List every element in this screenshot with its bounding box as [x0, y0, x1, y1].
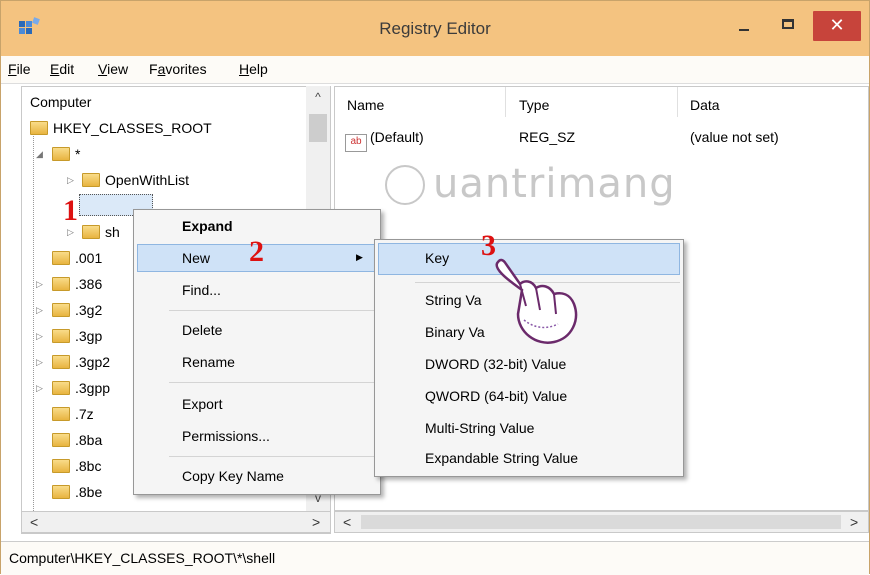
folder-icon: [52, 433, 70, 447]
folder-icon: [82, 173, 100, 187]
menu-item-expand[interactable]: Expand: [182, 218, 233, 234]
folder-icon: [52, 303, 70, 317]
expand-icon[interactable]: ▷: [36, 331, 43, 342]
menu-bar: File Edit View Favorites Help: [1, 56, 869, 84]
watermark-logo: [385, 165, 425, 205]
scroll-left-icon[interactable]: <: [343, 512, 351, 532]
folder-icon: [52, 251, 70, 265]
menu-item-string-value[interactable]: String Va: [425, 292, 482, 308]
folder-icon: [52, 381, 70, 395]
menu-item-binary-value[interactable]: Binary Va: [425, 324, 485, 340]
maximize-button[interactable]: [771, 11, 807, 41]
menu-item-delete[interactable]: Delete: [182, 322, 222, 338]
title-bar[interactable]: Registry Editor ✕: [1, 1, 869, 56]
menu-item-permissions[interactable]: Permissions...: [182, 428, 270, 444]
tree-item-key[interactable]: .001: [52, 247, 102, 269]
tree-item-key[interactable]: .8ba: [52, 429, 102, 451]
column-header-name[interactable]: Name: [347, 97, 384, 113]
menu-item-key[interactable]: Key: [425, 250, 449, 266]
submenu-arrow-icon: ▶: [356, 252, 363, 262]
step-2-label: 2: [249, 235, 264, 268]
tree-item-key[interactable]: .3gp2: [52, 351, 110, 373]
minimize-icon: [739, 29, 749, 31]
string-value-icon: ab: [345, 134, 367, 152]
tree-horizontal-scrollbar[interactable]: < >: [21, 511, 331, 533]
scroll-thumb[interactable]: [309, 114, 327, 142]
menu-item-dword-value[interactable]: DWORD (32-bit) Value: [425, 356, 566, 372]
folder-icon: [52, 459, 70, 473]
scroll-left-icon[interactable]: <: [30, 512, 38, 532]
folder-icon: [30, 121, 48, 135]
hand-pointer-icon: [495, 258, 578, 344]
collapse-icon[interactable]: ◢: [36, 149, 43, 160]
tree-item-key[interactable]: .3g2: [52, 299, 102, 321]
tree-guide-line: [33, 127, 34, 527]
folder-icon: [52, 277, 70, 291]
menu-separator: [169, 456, 377, 457]
tree-item-key[interactable]: .386: [52, 273, 102, 295]
status-bar: Computer\HKEY_CLASSES_ROOT\*\shell: [1, 541, 869, 575]
tree-item-key[interactable]: .8bc: [52, 455, 101, 477]
value-data-cell: (value not set): [690, 129, 779, 145]
menu-item-new[interactable]: New: [182, 250, 210, 266]
expand-icon[interactable]: ▷: [36, 305, 43, 316]
expand-icon[interactable]: ▷: [36, 279, 43, 290]
scroll-thumb[interactable]: [361, 515, 841, 529]
menu-item-find[interactable]: Find...: [182, 282, 221, 298]
tree-item-openwithlist[interactable]: OpenWithList: [82, 169, 189, 191]
tree-item-shellex[interactable]: sh: [82, 221, 120, 243]
close-icon: ✕: [829, 15, 845, 35]
menu-item-expandable-string-value[interactable]: Expandable String Value: [425, 450, 578, 466]
menu-help[interactable]: Help: [239, 61, 268, 77]
column-divider[interactable]: [677, 87, 678, 117]
expand-icon[interactable]: ▷: [67, 175, 74, 186]
menu-item-copy-key-name[interactable]: Copy Key Name: [182, 468, 284, 484]
scroll-right-icon[interactable]: >: [312, 512, 320, 532]
menu-separator: [169, 310, 377, 311]
status-path: Computer\HKEY_CLASSES_ROOT\*\shell: [9, 550, 276, 566]
folder-icon: [52, 407, 70, 421]
folder-icon: [52, 355, 70, 369]
minimize-button[interactable]: [726, 11, 762, 41]
folder-icon: [52, 329, 70, 343]
folder-icon: [52, 485, 70, 499]
folder-icon: [52, 147, 70, 161]
tree-item-hkcr[interactable]: HKEY_CLASSES_ROOT: [30, 117, 212, 139]
tree-item-key[interactable]: .7z: [52, 403, 94, 425]
value-type-cell: REG_SZ: [519, 129, 576, 145]
menu-file[interactable]: File: [8, 61, 31, 77]
expand-icon[interactable]: ▷: [36, 357, 43, 368]
expand-icon[interactable]: ▷: [36, 383, 43, 394]
tree-item-key[interactable]: .8be: [52, 481, 102, 503]
menu-item-qword-value[interactable]: QWORD (64-bit) Value: [425, 388, 567, 404]
menu-favorites[interactable]: Favorites: [149, 61, 207, 77]
menu-item-multi-string-value[interactable]: Multi-String Value: [425, 420, 534, 436]
tree-item-key[interactable]: .3gpp: [52, 377, 110, 399]
menu-item-rename[interactable]: Rename: [182, 354, 235, 370]
menu-item-export[interactable]: Export: [182, 396, 222, 412]
close-button[interactable]: ✕: [813, 11, 861, 41]
scroll-up-icon[interactable]: ^: [306, 90, 330, 104]
step-3-label: 3: [481, 229, 496, 262]
expand-icon[interactable]: ▷: [67, 227, 74, 238]
registry-editor-window: Registry Editor ✕ File Edit View Favorit…: [0, 0, 870, 575]
tree-item-key[interactable]: .3gp: [52, 325, 102, 347]
folder-icon: [82, 225, 100, 239]
menu-view[interactable]: View: [98, 61, 128, 77]
scroll-right-icon[interactable]: >: [850, 512, 858, 532]
menu-separator: [169, 382, 377, 383]
step-1-label: 1: [63, 194, 78, 227]
menu-edit[interactable]: Edit: [50, 61, 74, 77]
values-horizontal-scrollbar[interactable]: < >: [334, 511, 869, 533]
watermark-text: uantrimang: [433, 161, 676, 207]
column-divider[interactable]: [505, 87, 506, 117]
tree-item-star[interactable]: *: [52, 143, 80, 165]
value-name-cell[interactable]: ab (Default): [345, 129, 424, 152]
tree-item-computer[interactable]: Computer: [30, 91, 91, 113]
column-header-type[interactable]: Type: [519, 97, 549, 113]
maximize-icon: [782, 19, 794, 29]
column-header-data[interactable]: Data: [690, 97, 720, 113]
